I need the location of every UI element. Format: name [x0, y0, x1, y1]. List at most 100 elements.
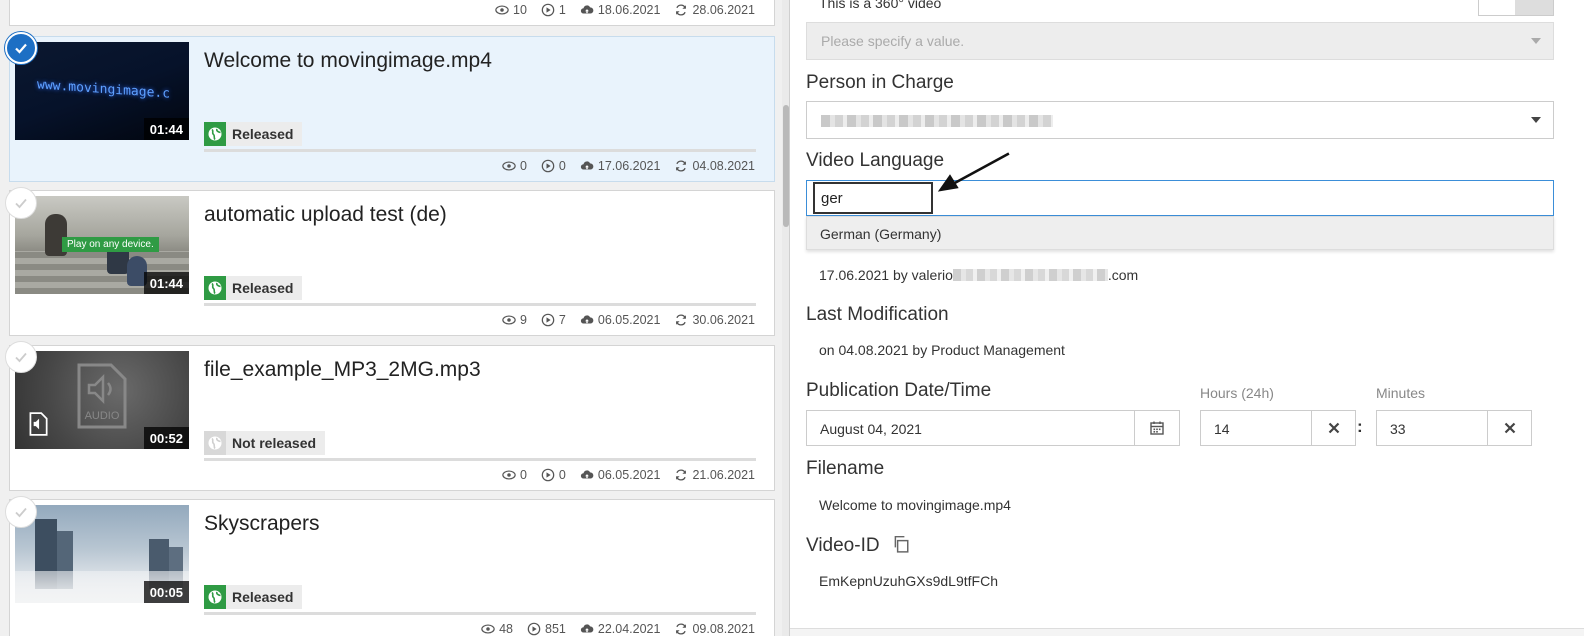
video360-label: This is a 360° video: [819, 0, 942, 11]
play-circle-icon: [541, 159, 555, 173]
modified-stat: 30.06.2021: [674, 313, 755, 327]
globe-icon: [204, 276, 226, 300]
eye-icon: [502, 161, 516, 171]
chevron-down-icon: [1531, 117, 1541, 123]
select-checkbox[interactable]: [5, 341, 37, 373]
progress-line: [204, 149, 756, 152]
modified-stat: 21.06.2021: [674, 468, 755, 482]
video-card[interactable]: www.movingimage.c 01:44 Welcome to movin…: [9, 36, 775, 182]
status-badge: Released: [204, 122, 303, 146]
eye-icon: [502, 470, 516, 480]
status-badge: Not released: [204, 431, 326, 455]
eye-icon: [495, 5, 509, 15]
eye-icon: [502, 315, 516, 325]
video-thumbnail[interactable]: www.movingimage.c 01:44: [15, 42, 189, 140]
video-stats: 10 1 18.06.2021 28.06.2021: [481, 3, 755, 17]
video-thumbnail[interactable]: Play on any device. 01:44: [15, 196, 189, 294]
scrollbar-thumb[interactable]: [783, 105, 789, 227]
check-icon: [15, 198, 27, 209]
refresh-icon: [676, 314, 687, 326]
modified-stat: 04.08.2021: [674, 159, 755, 173]
play-circle-icon: [541, 3, 555, 17]
refresh-icon: [676, 4, 687, 16]
language-option-german[interactable]: German (Germany): [820, 226, 941, 242]
minutes-label: Minutes: [1376, 385, 1426, 401]
video-id-value: EmKepnUzuhGXs9dL9tfFCh: [819, 573, 998, 589]
plays-stat: 1: [541, 3, 566, 17]
audio-small-icon: [29, 412, 48, 436]
video-title[interactable]: automatic upload test (de): [204, 203, 447, 227]
close-icon: [1504, 422, 1515, 434]
video-card[interactable]: 00:05 Skyscrapers Released 48 851 22.04.…: [9, 499, 775, 636]
video-stats: 0 0 06.05.2021 21.06.2021: [488, 468, 755, 482]
duration-label: 00:05: [143, 581, 189, 603]
calendar-button[interactable]: [1134, 410, 1180, 446]
time-separator: :: [1357, 417, 1363, 436]
upload-stat: 17.06.2021: [580, 159, 660, 173]
thumbnail-banner: Play on any device.: [62, 237, 159, 252]
clear-hours-button[interactable]: [1311, 410, 1356, 446]
video-title[interactable]: file_example_MP3_2MG.mp3: [204, 358, 481, 382]
plays-stat: 851: [527, 622, 566, 636]
select-placeholder: Please specify a value.: [821, 33, 965, 49]
views-stat: 0: [502, 159, 527, 173]
plays-stat: 0: [541, 159, 566, 173]
last-modification-value: on 04.08.2021 by Product Management: [819, 342, 1065, 358]
clear-minutes-button[interactable]: [1487, 410, 1532, 446]
views-stat: 0: [502, 468, 527, 482]
check-icon: [15, 43, 27, 54]
created-info: 17.06.2021 by valerio .com: [819, 267, 1139, 283]
video-card[interactable]: AUDIO 00:52 file_example_MP3_2MG.mp3 Not…: [9, 345, 775, 491]
cloud-upload-icon: [580, 470, 594, 479]
video-stats: 0 0 17.06.2021 04.08.2021: [488, 159, 755, 173]
video-id-label: Video-ID: [806, 535, 880, 556]
close-icon: [1328, 422, 1339, 434]
views-stat: 9: [502, 313, 527, 327]
status-badge: Released: [204, 585, 303, 609]
video-title[interactable]: Welcome to movingimage.mp4: [204, 49, 492, 73]
globe-icon: [204, 585, 226, 609]
video-details-panel: This is a 360° video Please specify a va…: [790, 0, 1584, 636]
list-scrollbar[interactable]: [782, 0, 790, 636]
play-circle-icon: [541, 468, 555, 482]
video-title[interactable]: Skyscrapers: [204, 512, 320, 536]
panel-footer-divider: [790, 628, 1584, 636]
publication-date-input[interactable]: August 04, 2021: [806, 410, 1135, 446]
duration-label: 01:44: [143, 272, 189, 294]
select-checkbox[interactable]: [5, 496, 37, 528]
progress-line: [204, 303, 756, 306]
hours-label: Hours (24h): [1200, 385, 1274, 401]
select-checkbox[interactable]: [5, 32, 37, 64]
filename-value: Welcome to movingimage.mp4: [819, 497, 1011, 513]
blurred-email: [952, 269, 1108, 281]
play-circle-icon: [541, 313, 555, 327]
video-thumbnail[interactable]: 00:05: [15, 505, 189, 603]
views-stat: 48: [481, 622, 513, 636]
progress-line: [204, 612, 756, 615]
audio-label: AUDIO: [85, 410, 120, 422]
video-card[interactable]: 10 1 18.06.2021 28.06.2021: [9, 0, 775, 26]
chevron-down-icon: [1531, 38, 1541, 44]
refresh-icon: [676, 160, 687, 172]
hours-input[interactable]: 14: [1200, 410, 1312, 446]
status-text: Not released: [232, 435, 317, 451]
select-checkbox[interactable]: [5, 187, 37, 219]
copy-icon[interactable]: [892, 535, 910, 553]
blurred-person-name: [821, 115, 1053, 127]
video-card[interactable]: Play on any device. 01:44 automatic uplo…: [9, 190, 775, 336]
video360-select: Please specify a value.: [806, 22, 1554, 60]
play-circle-icon: [527, 622, 541, 636]
language-search-input[interactable]: [813, 182, 933, 214]
calendar-icon: [1150, 421, 1164, 435]
video-language-select[interactable]: [806, 180, 1554, 216]
person-in-charge-select[interactable]: [806, 101, 1554, 139]
arrow-annotation-icon: [937, 152, 1010, 192]
status-text: Released: [232, 589, 294, 605]
globe-icon: [204, 431, 226, 455]
status-text: Released: [232, 126, 294, 142]
minutes-input[interactable]: 33: [1376, 410, 1488, 446]
video-stats: 9 7 06.05.2021 30.06.2021: [488, 313, 755, 327]
video-thumbnail[interactable]: AUDIO 00:52: [15, 351, 189, 449]
video360-toggle[interactable]: [1478, 0, 1554, 16]
eye-icon: [481, 624, 495, 634]
